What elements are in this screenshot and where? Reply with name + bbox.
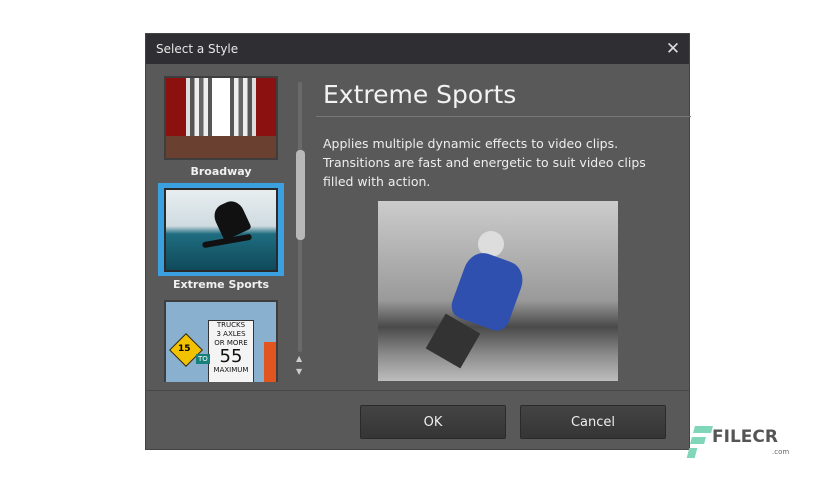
scroll-up-icon[interactable]: ▲: [296, 354, 302, 363]
title-bar: Select a Style ✕: [146, 34, 689, 64]
sign-text: MAXIMUM: [213, 366, 249, 374]
sign-text: TRUCKS: [216, 321, 246, 329]
select-style-dialog: Select a Style ✕ Broadway Extreme Sports…: [145, 33, 691, 450]
divider: [316, 116, 691, 117]
style-title: Extreme Sports: [323, 80, 517, 109]
sign-text: TO: [196, 354, 210, 364]
watermark-brand: FILECR: [712, 427, 778, 447]
style-description: Applies multiple dynamic effects to vide…: [323, 136, 646, 189]
style-thumb-road-signs[interactable]: TRUCKS 3 AXLES OR MORE 55 MAXIMUM 15 TO: [164, 300, 278, 382]
style-preview-image: [378, 201, 618, 381]
style-label: Extreme Sports: [172, 278, 270, 291]
footer-divider: [146, 390, 689, 391]
sign-text: 15: [178, 344, 191, 354]
watermark-domain: .com: [772, 448, 790, 456]
style-thumb-broadway[interactable]: [164, 76, 278, 160]
cancel-button[interactable]: Cancel: [520, 405, 666, 439]
filecr-logo-icon: [686, 426, 713, 458]
scroll-down-icon[interactable]: ▼: [296, 367, 302, 376]
close-icon[interactable]: ✕: [663, 34, 683, 64]
sign-text: 3 AXLES: [216, 330, 246, 338]
dialog-title: Select a Style: [156, 42, 239, 56]
style-thumb-extreme-sports[interactable]: [164, 188, 278, 272]
sign-text: 55: [219, 346, 243, 367]
scrollbar-thumb[interactable]: [296, 150, 305, 240]
style-label: Broadway: [190, 165, 252, 178]
ok-button[interactable]: OK: [360, 405, 506, 439]
